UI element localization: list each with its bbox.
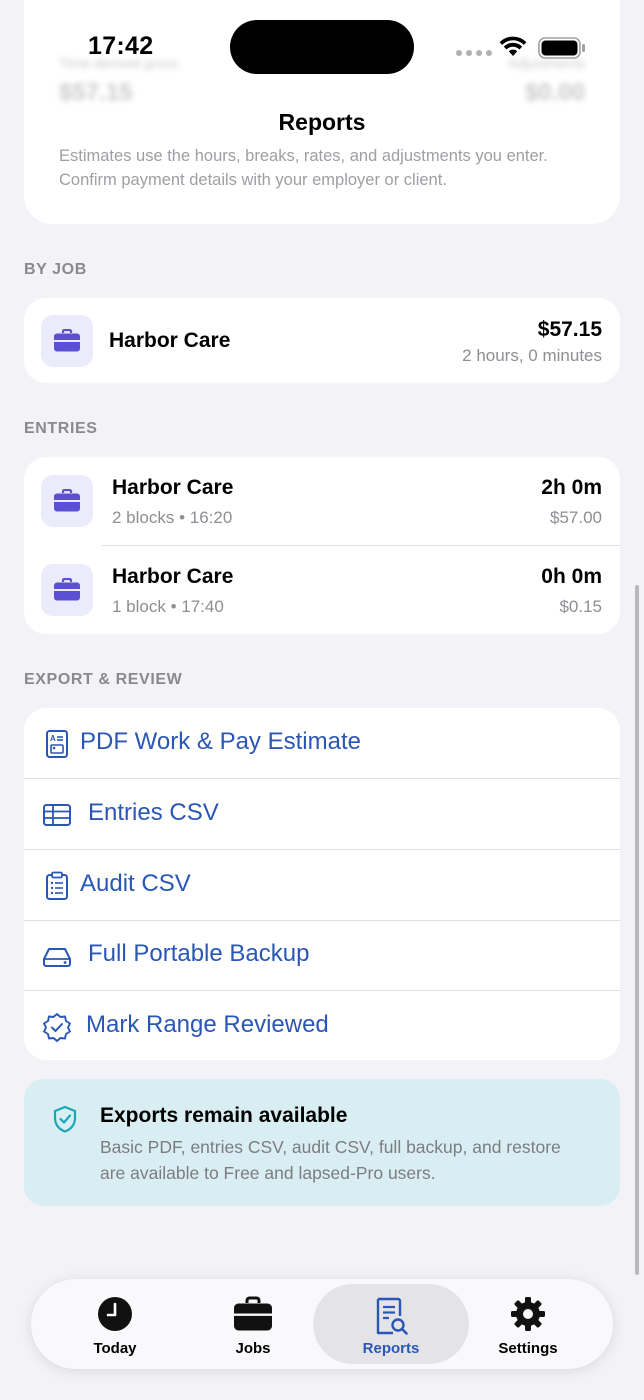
checkmark-seal-icon	[43, 1013, 71, 1042]
export-audit-csv-label: Audit CSV	[80, 870, 191, 897]
tab-label: Today	[93, 1340, 137, 1357]
export-audit-csv-button[interactable]: Audit CSV	[24, 850, 620, 920]
estimate-note: Estimates use the hours, breaks, rates, …	[59, 147, 548, 189]
export-pdf-button[interactable]: A PDF Work & Pay Estimate	[24, 708, 620, 778]
export-card: A PDF Work & Pay Estimate Entries CSV Au…	[24, 708, 620, 1060]
mark-reviewed-label: Mark Range Reviewed	[86, 1011, 329, 1038]
by-job-header: BY JOB	[24, 261, 87, 278]
by-job-card[interactable]: Harbor Care $57.15 2 hours, 0 minutes	[24, 298, 620, 383]
cellular-signal-icon	[456, 50, 492, 56]
entry-row[interactable]: Harbor Care 2 blocks • 16:20 2h 0m $57.0…	[24, 457, 620, 545]
export-backup-label: Full Portable Backup	[88, 940, 310, 967]
tab-label: Settings	[498, 1340, 558, 1357]
table-icon	[43, 804, 71, 826]
mark-reviewed-button[interactable]: Mark Range Reviewed	[24, 991, 620, 1061]
entry-amount: $0.15	[559, 597, 602, 616]
notice-title: Exports remain available	[100, 1104, 348, 1127]
tab-settings[interactable]: Settings	[453, 1284, 603, 1364]
export-entries-csv-button[interactable]: Entries CSV	[24, 779, 620, 849]
briefcase-icon	[41, 564, 93, 616]
entry-job-name: Harbor Care	[112, 476, 234, 499]
tab-label: Jobs	[235, 1340, 271, 1357]
briefcase-icon	[41, 315, 93, 367]
export-backup-button[interactable]: Full Portable Backup	[24, 920, 620, 990]
export-header: EXPORT & REVIEW	[24, 671, 183, 688]
status-bar: 17:42	[0, 0, 644, 100]
pdf-document-icon: A	[46, 730, 68, 758]
job-name: Harbor Care	[109, 329, 231, 352]
shield-check-icon	[53, 1105, 77, 1133]
entries-card: Harbor Care 2 blocks • 16:20 2h 0m $57.0…	[24, 457, 620, 634]
export-entries-csv-label: Entries CSV	[88, 799, 219, 826]
briefcase-icon	[234, 1296, 272, 1331]
page-title: Reports	[278, 109, 366, 135]
entry-duration: 2h 0m	[541, 476, 602, 499]
status-time: 17:42	[88, 32, 154, 60]
entry-meta: 2 blocks • 16:20	[112, 508, 233, 527]
entry-amount: $57.00	[550, 508, 602, 527]
tab-jobs[interactable]: Jobs	[178, 1284, 328, 1364]
dynamic-island	[230, 20, 414, 74]
exports-available-notice: Exports remain available Basic PDF, entr…	[24, 1079, 620, 1206]
svg-text:A: A	[50, 734, 56, 743]
clock-icon	[98, 1297, 132, 1331]
entry-row[interactable]: Harbor Care 1 block • 17:40 0h 0m $0.15	[24, 546, 620, 634]
briefcase-icon	[41, 475, 93, 527]
export-pdf-label: PDF Work & Pay Estimate	[80, 728, 361, 755]
entry-duration: 0h 0m	[541, 565, 602, 588]
entry-meta: 1 block • 17:40	[112, 597, 224, 616]
vertical-scrollbar[interactable]	[635, 585, 639, 1275]
tab-reports[interactable]: Reports	[313, 1284, 469, 1364]
entry-job-name: Harbor Care	[112, 565, 234, 588]
battery-icon	[538, 37, 585, 59]
tab-bar: Today Jobs Reports Settings	[31, 1279, 613, 1369]
notice-body: Basic PDF, entries CSV, audit CSV, full …	[100, 1137, 561, 1183]
gear-icon	[511, 1297, 545, 1331]
tab-label: Reports	[362, 1340, 420, 1357]
entries-header: ENTRIES	[24, 420, 98, 437]
drive-icon	[43, 948, 71, 967]
wifi-icon	[499, 36, 527, 56]
tab-today[interactable]: Today	[40, 1284, 190, 1364]
job-duration: 2 hours, 0 minutes	[462, 346, 602, 365]
clipboard-list-icon	[46, 871, 68, 900]
job-amount: $57.15	[537, 318, 602, 341]
report-search-icon	[376, 1297, 408, 1335]
